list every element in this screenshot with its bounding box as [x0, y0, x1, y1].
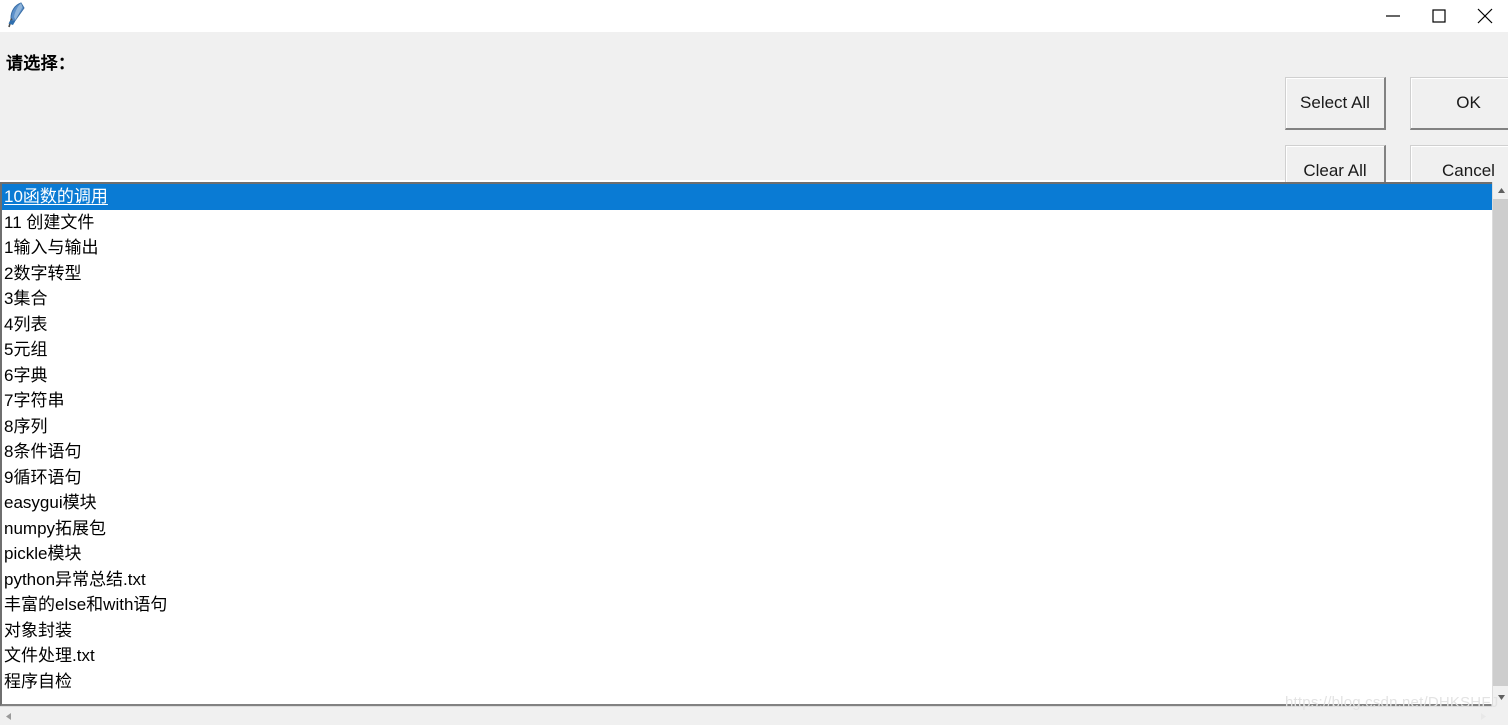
minimize-icon[interactable] [1370, 1, 1416, 31]
header-panel: 请选择： Select All OK Clear All Cancel [0, 32, 1508, 198]
list-item[interactable]: 10函数的调用 [2, 184, 1494, 210]
feather-icon [2, 0, 34, 32]
list-item[interactable]: numpy拓展包 [2, 516, 1494, 542]
list-item[interactable]: 4列表 [2, 312, 1494, 338]
list-item[interactable]: 9循环语句 [2, 465, 1494, 491]
list-item[interactable]: python异常总结.txt [2, 567, 1494, 593]
vertical-scrollbar-thumb[interactable] [1493, 199, 1508, 686]
scroll-left-arrow[interactable] [0, 707, 17, 725]
list-item[interactable]: 6字典 [2, 363, 1494, 389]
list-item[interactable]: 文件处理.txt [2, 643, 1494, 669]
close-icon[interactable] [1462, 1, 1508, 31]
list-item[interactable]: 8序列 [2, 414, 1494, 440]
list-item[interactable]: 2数字转型 [2, 261, 1494, 287]
list-item[interactable]: 8条件语句 [2, 439, 1494, 465]
list-item[interactable]: 11 创建文件 [2, 210, 1494, 236]
list-item[interactable]: 3集合 [2, 286, 1494, 312]
scroll-up-arrow[interactable] [1493, 182, 1508, 199]
listbox[interactable]: 10函数的调用 11 创建文件 1输入与输出 2数字转型 3集合 4列表 5元组 6字典 7字符… [2, 184, 1494, 694]
list-item[interactable]: 丰富的else和with语句 [2, 592, 1494, 618]
select-all-button[interactable]: Select All [1285, 77, 1386, 130]
list-item[interactable]: 5元组 [2, 337, 1494, 363]
maximize-icon[interactable] [1416, 1, 1462, 31]
list-item[interactable]: 对象封装 [2, 618, 1494, 644]
scroll-down-arrow[interactable] [1493, 689, 1508, 706]
ok-button[interactable]: OK [1410, 77, 1508, 130]
list-item[interactable]: easygui模块 [2, 490, 1494, 516]
scrollbar-corner [1492, 706, 1508, 725]
list-item[interactable]: 1输入与输出 [2, 235, 1494, 261]
listbox-frame: 10函数的调用 11 创建文件 1输入与输出 2数字转型 3集合 4列表 5元组 6字典 7字符… [0, 182, 1496, 706]
scroll-right-arrow[interactable] [1475, 707, 1492, 725]
list-item[interactable]: pickle模块 [2, 541, 1494, 567]
list-item[interactable]: 7字符串 [2, 388, 1494, 414]
dialog-window: 请选择： Select All OK Clear All Cancel 10函数… [0, 0, 1508, 725]
prompt-label: 请选择： [6, 54, 76, 73]
horizontal-scrollbar[interactable] [0, 706, 1492, 725]
title-bar [0, 0, 1508, 33]
vertical-scrollbar[interactable] [1492, 182, 1508, 706]
list-item[interactable]: 程序自检 [2, 669, 1494, 695]
